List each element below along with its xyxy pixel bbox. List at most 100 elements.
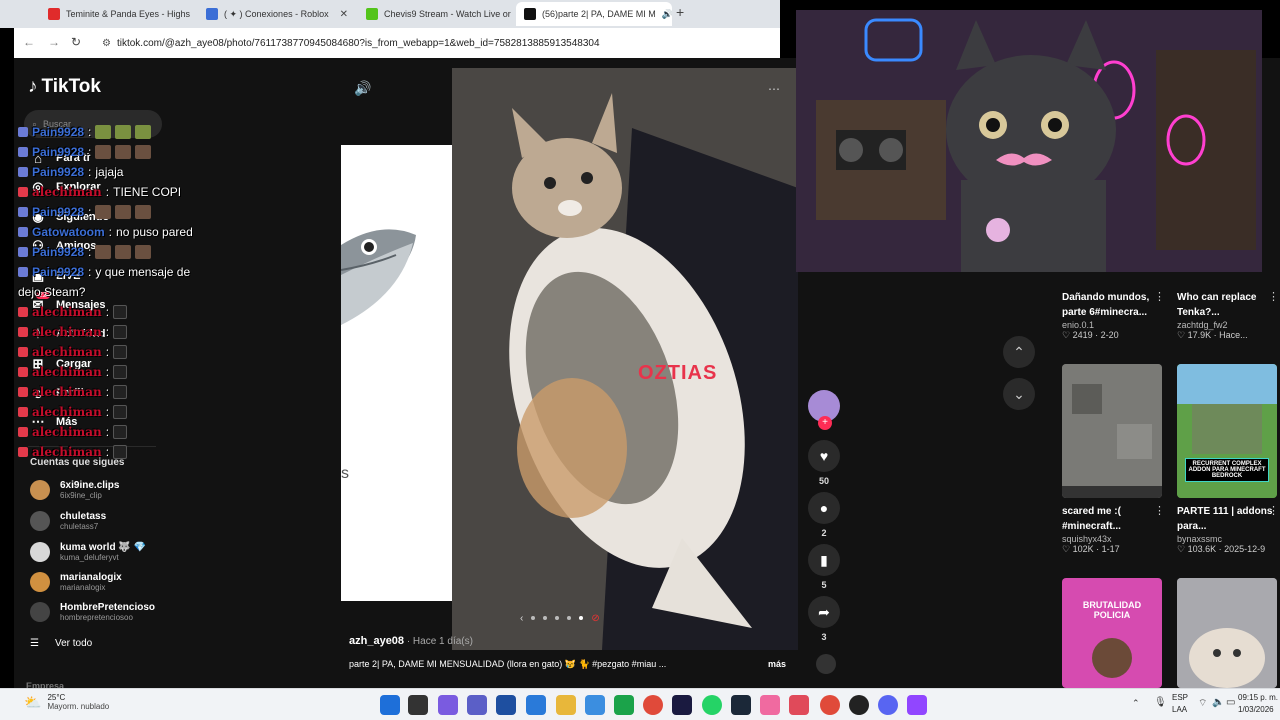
- app-icon[interactable]: [760, 695, 780, 715]
- no-sound-icon[interactable]: ⊘: [591, 613, 599, 624]
- person-shape: [1092, 638, 1132, 678]
- prev-photo-icon[interactable]: ‹: [520, 613, 523, 624]
- related-card[interactable]: Who can replace Tenka?... zachtdg_fw2 ♡ …: [1177, 290, 1277, 341]
- browser-tab[interactable]: Chevis9 Stream - Watch Live or ✕: [358, 2, 516, 26]
- discord-icon[interactable]: [878, 695, 898, 715]
- card-menu-icon[interactable]: ⋮: [1154, 290, 1165, 303]
- streamer-webcam-overlay: [796, 10, 1262, 272]
- brutalidad-thumbnail-text: BRUTALIDAD POLICIA: [1082, 600, 1142, 620]
- card-date: 2-20: [1100, 330, 1119, 340]
- task-view-icon[interactable]: [408, 695, 428, 715]
- volume-tray-icon[interactable]: 🔈: [1212, 697, 1224, 708]
- site-settings-icon[interactable]: ⚙: [102, 38, 111, 49]
- page-dot[interactable]: [555, 616, 560, 620]
- following-account[interactable]: chuletass chuletass7: [30, 511, 106, 531]
- page-dot[interactable]: [531, 616, 536, 620]
- chat-emote-icon: [115, 145, 132, 159]
- card-menu-icon[interactable]: ⋮: [1268, 504, 1279, 517]
- following-account[interactable]: kuma world 🐺 💎 kuma_deluferyvt: [30, 542, 146, 562]
- page-dot[interactable]: [567, 616, 572, 620]
- back-icon[interactable]: ←: [23, 35, 35, 49]
- related-thumbnail[interactable]: BRUTALIDAD POLICIA: [1062, 578, 1162, 688]
- store-icon[interactable]: [585, 695, 605, 715]
- photo-viewer[interactable]: [452, 68, 798, 650]
- related-thumbnail[interactable]: [1062, 364, 1162, 498]
- related-card[interactable]: PARTE 111 | addons para... bynaxssmc ♡ 1…: [1177, 504, 1277, 555]
- volume-icon[interactable]: 🔊: [354, 80, 371, 97]
- edge-icon[interactable]: [526, 695, 546, 715]
- chrome-icon[interactable]: [643, 695, 663, 715]
- more-options-icon[interactable]: ⋯: [768, 82, 780, 96]
- roblox-icon: [206, 8, 218, 20]
- related-thumbnail[interactable]: RECURRENT COMPLEX ADDON PARA MINECRAFT B…: [1177, 364, 1277, 498]
- steam-icon[interactable]: [731, 695, 751, 715]
- app-icon[interactable]: [849, 695, 869, 715]
- chat-emote-icon: [135, 145, 152, 159]
- card-menu-icon[interactable]: ⋮: [1268, 290, 1279, 303]
- save-button[interactable]: ▮: [808, 544, 840, 576]
- battery-icon[interactable]: ▭: [1226, 697, 1235, 708]
- text-app-icon[interactable]: [789, 695, 809, 715]
- chat-badge-icon: [18, 187, 28, 197]
- chat-message: alechiman:: [18, 422, 238, 442]
- chat-colon: :: [105, 345, 110, 359]
- wifi-icon[interactable]: ⌔: [1198, 697, 1207, 710]
- outlook-icon[interactable]: [496, 695, 516, 715]
- related-thumbnail[interactable]: [1177, 578, 1277, 688]
- chat-badge-icon: [18, 267, 28, 277]
- account-handle: 6ix9ine_clip: [60, 491, 102, 500]
- close-tab-icon[interactable]: ✕: [340, 9, 348, 20]
- follow-plus-icon[interactable]: +: [818, 416, 832, 430]
- see-all-button[interactable]: ☰ Ver todo: [30, 638, 92, 649]
- following-account[interactable]: 6xi9ine.clips 6ix9ine_clip: [30, 480, 119, 500]
- chrome-active-icon[interactable]: [820, 695, 840, 715]
- chevron-up-icon[interactable]: ⌃: [1132, 698, 1140, 709]
- chat-badge-icon: [18, 247, 28, 257]
- account-name: 6xi9ine.clips: [60, 480, 120, 491]
- start-icon[interactable]: [380, 695, 400, 715]
- page-dot-active[interactable]: [579, 616, 584, 620]
- microphone-icon[interactable]: 🎙: [1154, 697, 1167, 708]
- speaker-icon[interactable]: 🔊: [662, 9, 672, 20]
- following-account[interactable]: HombrePretencioso hombrepretenciosoo: [30, 602, 155, 622]
- app-icon[interactable]: [907, 695, 927, 715]
- comment-button[interactable]: ●: [808, 492, 840, 524]
- scroll-up-button[interactable]: ⌃: [1003, 336, 1035, 368]
- page-dot[interactable]: [543, 616, 548, 620]
- forward-icon[interactable]: →: [48, 35, 60, 49]
- browser-tab[interactable]: ( ✦ ) Conexiones - Roblox ✕: [198, 2, 356, 26]
- chat-emote-icon: [113, 365, 128, 379]
- chat-colon: :: [88, 265, 92, 279]
- new-tab-button[interactable]: +: [676, 4, 684, 20]
- whatsapp-icon[interactable]: [702, 695, 722, 715]
- reload-icon[interactable]: ↻: [71, 35, 81, 49]
- clock[interactable]: 09:15 p. m. 1/03/2026: [1238, 692, 1278, 716]
- browser-tab[interactable]: Teminite & Panda Eyes - Highs ✕: [40, 2, 196, 26]
- url-field[interactable]: ⚙ tiktok.com/@azh_aye08/photo/7611738770…: [102, 33, 772, 53]
- scroll-down-button[interactable]: ⌄: [1003, 378, 1035, 410]
- weather-widget[interactable]: ⛅ 25°C Mayorm. nublado: [24, 693, 109, 711]
- related-card[interactable]: scared me :( #minecraft... squishyx43x ♡…: [1062, 504, 1162, 555]
- post-author[interactable]: azh_aye08: [349, 635, 404, 647]
- teams-icon[interactable]: [467, 695, 487, 715]
- card-date: 1-17: [1101, 544, 1120, 554]
- browser-tab-active[interactable]: (56)parte 2| PA, DAME MI M 🔊 ✕: [516, 2, 672, 26]
- like-button[interactable]: ♥: [808, 440, 840, 472]
- tiktok-logo[interactable]: ♪ TikTok: [28, 76, 101, 98]
- chat-badge-icon: [18, 127, 28, 137]
- file-explorer-icon[interactable]: [556, 695, 576, 715]
- music-disc-icon[interactable]: [816, 654, 836, 674]
- share-button[interactable]: ➦: [808, 596, 840, 628]
- chat-colon: :: [105, 325, 110, 339]
- more-caption-button[interactable]: más: [768, 659, 786, 669]
- following-account[interactable]: marianalogix marianalogix: [30, 572, 122, 592]
- animate-icon[interactable]: [672, 695, 692, 715]
- related-card[interactable]: Dañando mundos, parte 6#minecra... enio.…: [1062, 290, 1162, 341]
- cat-thumbnail: [1177, 578, 1277, 688]
- edge-green-icon[interactable]: [614, 695, 634, 715]
- copilot-icon[interactable]: [438, 695, 458, 715]
- input-language[interactable]: ESP LAA: [1172, 692, 1188, 716]
- card-menu-icon[interactable]: ⋮: [1154, 504, 1165, 517]
- photo-pagination[interactable]: ‹ ⊘: [520, 610, 630, 626]
- tab-title: (56)parte 2| PA, DAME MI M: [542, 9, 656, 19]
